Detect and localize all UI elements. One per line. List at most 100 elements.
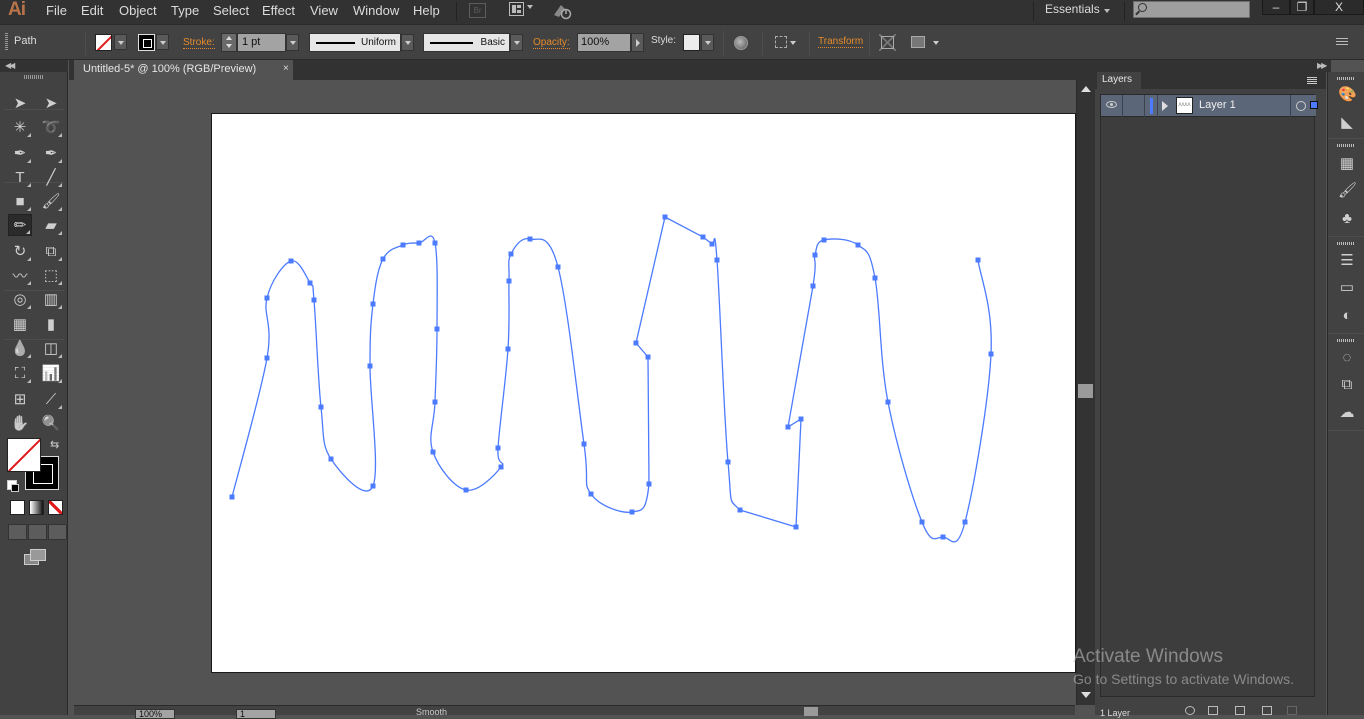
opacity-slider-button[interactable] xyxy=(631,33,644,52)
menu-select[interactable]: Select xyxy=(213,3,249,18)
profile-dropdown[interactable] xyxy=(401,34,414,51)
grip-handle[interactable] xyxy=(5,33,8,51)
fill-color-swatch[interactable] xyxy=(95,34,112,51)
locate-object-icon[interactable] xyxy=(1185,706,1195,715)
selection-indicator[interactable] xyxy=(1310,101,1318,109)
creative-cloud-libraries-icon[interactable]: ☁ xyxy=(1338,404,1356,422)
create-sublayer-icon[interactable] xyxy=(1235,706,1245,715)
opacity-panel-link[interactable]: Opacity: xyxy=(533,37,570,49)
draw-behind-button[interactable] xyxy=(28,524,47,540)
document-tab[interactable]: Untitled-5* @ 100% (RGB/Preview) × xyxy=(74,60,293,80)
appearance-icon[interactable]: ◌ xyxy=(1338,349,1356,367)
stroke-panel-link[interactable]: Stroke: xyxy=(183,37,215,49)
symbols-icon[interactable]: ♣ xyxy=(1338,210,1356,228)
gradient-panel-icon[interactable]: ▭ xyxy=(1338,279,1356,297)
artboard[interactable] xyxy=(211,113,1076,673)
scroll-thumb[interactable] xyxy=(1078,384,1093,398)
chevron-down-icon[interactable] xyxy=(790,41,796,45)
gradient-tool[interactable]: ▮ xyxy=(39,313,63,335)
transparency-icon[interactable]: ◐ xyxy=(1338,307,1356,325)
color-mode-button[interactable] xyxy=(10,500,25,515)
magic-wand-tool[interactable]: ✳ xyxy=(8,116,32,138)
chevron-down-icon[interactable] xyxy=(527,5,533,9)
blend-tool[interactable]: ◫ xyxy=(39,337,63,359)
fill-dropdown[interactable] xyxy=(114,34,127,50)
direct-selection-tool[interactable]: ➤ xyxy=(39,92,63,114)
eraser-tool[interactable]: ▰ xyxy=(39,214,63,236)
align-to-icon[interactable] xyxy=(775,36,787,48)
shape-builder-tool[interactable]: ◎ xyxy=(8,288,32,310)
perspective-grid-tool[interactable]: ▥ xyxy=(39,288,63,310)
status-info[interactable]: Smooth xyxy=(416,707,447,717)
brush-definition-select[interactable]: Basic xyxy=(423,33,510,52)
menu-type[interactable]: Type xyxy=(171,3,199,18)
draw-inside-button[interactable] xyxy=(48,524,67,540)
isolate-selected-object-icon[interactable] xyxy=(879,34,896,51)
menu-object[interactable]: Object xyxy=(119,3,157,18)
hand-tool[interactable]: ✋ xyxy=(8,412,32,434)
free-transform-tool[interactable]: ⬚ xyxy=(39,264,63,286)
stroke-weight-stepper[interactable] xyxy=(221,33,237,52)
tab-layers[interactable]: Layers xyxy=(1097,72,1141,89)
menu-window[interactable]: Window xyxy=(353,3,399,18)
search-input[interactable] xyxy=(1133,1,1250,18)
grip-handle[interactable] xyxy=(1337,242,1355,245)
eye-icon[interactable] xyxy=(1106,101,1117,108)
create-new-layer-icon[interactable] xyxy=(1262,706,1272,715)
type-tool[interactable]: T xyxy=(8,166,32,188)
transform-panel-link[interactable]: Transform xyxy=(818,36,864,48)
stroke-color-swatch[interactable] xyxy=(138,34,155,51)
scroll-down-arrow[interactable] xyxy=(1081,692,1091,698)
workspace-switcher[interactable]: Essentials xyxy=(1045,2,1100,16)
symbol-sprayer-tool[interactable]: ⛶ xyxy=(8,362,32,384)
grip-handle[interactable] xyxy=(1337,339,1355,342)
fill-color-box[interactable] xyxy=(7,438,41,472)
swatches-icon[interactable]: ▦ xyxy=(1338,155,1356,173)
select-similar-objects-icon[interactable] xyxy=(911,36,925,48)
bridge-icon[interactable]: Br xyxy=(469,3,486,18)
color-palette-icon[interactable]: 🎨 xyxy=(1338,86,1357,104)
layer-name[interactable]: Layer 1 xyxy=(1199,99,1236,111)
panel-menu-icon[interactable] xyxy=(1307,77,1317,84)
default-fill-stroke-icon[interactable] xyxy=(7,480,19,492)
menu-edit[interactable]: Edit xyxy=(81,3,103,18)
paintbrush-tool[interactable]: 🖌 xyxy=(39,190,63,212)
grip-handle[interactable] xyxy=(24,75,44,79)
stroke-panel-icon[interactable]: ☰ xyxy=(1338,252,1356,270)
expand-icon[interactable]: ▶▶ xyxy=(1317,61,1327,70)
style-dropdown[interactable] xyxy=(701,34,714,51)
expand-triangle-icon[interactable] xyxy=(1162,101,1168,111)
close-icon[interactable]: × xyxy=(283,63,289,74)
zoom-level-field[interactable]: 100% xyxy=(135,709,175,719)
stroke-color-dropdown[interactable] xyxy=(156,34,169,50)
color-guide-icon[interactable]: ◣ xyxy=(1338,114,1356,132)
chevron-down-icon[interactable] xyxy=(1104,9,1110,13)
swap-fill-stroke-icon[interactable]: ⇆ xyxy=(50,438,59,451)
draw-normal-button[interactable] xyxy=(8,524,27,540)
screen-mode-icon[interactable] xyxy=(24,549,46,565)
restore-button[interactable]: ❐ xyxy=(1290,0,1314,15)
arrange-documents-icon[interactable] xyxy=(509,2,524,16)
grip-handle[interactable] xyxy=(1337,144,1355,147)
menu-effect[interactable]: Effect xyxy=(262,3,295,18)
selection-tool[interactable]: ➤ xyxy=(8,92,32,114)
zoom-tool[interactable]: 🔍 xyxy=(39,412,63,434)
scroll-up-arrow[interactable] xyxy=(1081,86,1091,92)
menu-file[interactable]: File xyxy=(46,3,67,18)
collapse-icon[interactable]: ◀◀ xyxy=(5,61,15,70)
line-segment-tool[interactable]: ╱ xyxy=(39,166,63,188)
artboard-navigation-field[interactable]: 1 xyxy=(236,709,276,719)
artboard-tool[interactable]: ⊞ xyxy=(8,388,32,410)
chevron-down-icon[interactable] xyxy=(933,41,939,45)
opacity-input[interactable]: 100% xyxy=(577,33,631,52)
gradient-mode-button[interactable] xyxy=(29,500,44,515)
slice-tool[interactable]: ⟋ xyxy=(39,388,63,410)
menu-view[interactable]: View xyxy=(310,3,338,18)
pencil-tool[interactable]: ✏ xyxy=(8,214,32,236)
lasso-tool[interactable]: ➰ xyxy=(39,116,63,138)
graphic-styles-icon[interactable]: ⧉ xyxy=(1338,376,1356,394)
stroke-weight-dropdown[interactable] xyxy=(286,34,299,51)
grip-handle[interactable] xyxy=(1337,77,1355,80)
mesh-tool[interactable]: ▦ xyxy=(8,313,32,335)
target-icon[interactable] xyxy=(1296,101,1306,111)
